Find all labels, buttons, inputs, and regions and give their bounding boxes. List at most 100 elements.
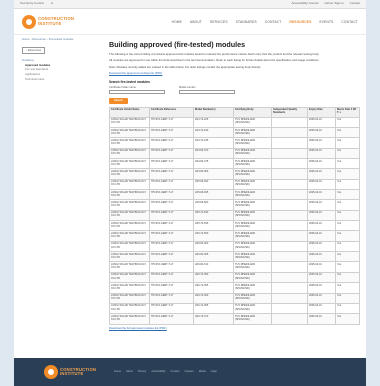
table-cell bbox=[271, 220, 308, 232]
table-cell: LR6-60-305 bbox=[193, 251, 234, 263]
footer-logo[interactable]: CONSTRUCTION INSTITUTE bbox=[44, 365, 96, 379]
table-cell: TUV RHEINLAND (SHANGHAI) bbox=[233, 178, 272, 191]
table-cell: LONGI SOLAR TECHNOLOGY CO LTD bbox=[109, 261, 150, 273]
full-list-link[interactable]: Download the full approved modules list … bbox=[109, 326, 167, 330]
footer-link[interactable]: Home bbox=[114, 370, 121, 373]
table-cell: LR4-60-375 bbox=[193, 158, 234, 170]
nav-item[interactable]: CONTACT bbox=[341, 20, 358, 24]
footer-link[interactable]: Accessibility bbox=[151, 370, 165, 373]
table-cell bbox=[271, 292, 308, 304]
table-cell: TUV RHEINLAND (SHANGHAI) bbox=[233, 271, 272, 284]
nav-item[interactable]: SERVICES bbox=[210, 20, 228, 24]
nav-item[interactable]: ABOUT bbox=[190, 20, 202, 24]
top-right-link[interactable]: Carrier Sign-in bbox=[324, 1, 343, 6]
table-cell: LONGI SOLAR TECHNOLOGY CO LTD bbox=[109, 147, 150, 160]
breadcrumb-item[interactable]: Home bbox=[22, 37, 29, 41]
table-cell: HH-STA-CERT-T-17 bbox=[149, 137, 194, 149]
table-cell: LR5-66-490 bbox=[193, 178, 234, 191]
table-cell bbox=[271, 147, 308, 160]
utility-item[interactable]: A bbox=[51, 1, 53, 6]
search-form: Certificate holder name Model number bbox=[109, 86, 359, 95]
back-button[interactable]: ‹ Resources bbox=[22, 47, 46, 55]
table-cell: 2025-04-01 bbox=[307, 189, 336, 201]
table-cell: 2025-04-01 bbox=[307, 126, 336, 139]
table-cell: Yes bbox=[335, 292, 360, 304]
table-cell: Yes bbox=[335, 189, 360, 201]
site-logo[interactable]: CONSTRUCTION INSTITUTE bbox=[22, 14, 74, 29]
table-cell: Yes bbox=[335, 313, 360, 325]
table-cell: TUV RHEINLAND (SHANGHAI) bbox=[233, 292, 272, 304]
table-cell: LR4-72-430 bbox=[193, 126, 234, 139]
table-cell: TUV RHEINLAND (SHANGHAI) bbox=[233, 137, 272, 149]
footer-link[interactable]: Login bbox=[211, 370, 217, 373]
table-cell: HH-STA-CERT-T-17 bbox=[149, 189, 194, 201]
table-cell: Yes bbox=[335, 178, 360, 191]
table-cell: 2025-04-01 bbox=[307, 116, 336, 129]
table-row: LONGI SOLAR TECHNOLOGY CO LTD HH-STA-CERT… bbox=[109, 168, 360, 180]
utility-item[interactable]: Text Entry Control bbox=[20, 1, 44, 6]
table-header-cell: Certificate Holder Name bbox=[109, 106, 150, 118]
table-row: LONGI SOLAR TECHNOLOGY CO LTD HH-STA-CERT… bbox=[109, 271, 360, 284]
table-cell: TUV RHEINLAND (SHANGHAI) bbox=[233, 116, 272, 129]
table-cell: 2025-04-01 bbox=[307, 292, 336, 304]
table-cell bbox=[271, 209, 308, 222]
model-number-input[interactable] bbox=[179, 89, 235, 95]
page: Text Entry Control A Accessibility Contro… bbox=[14, 0, 366, 386]
table-cell bbox=[271, 199, 308, 211]
table-cell: 2025-04-01 bbox=[307, 282, 336, 294]
search-form-title: Search fire-tested modules bbox=[109, 79, 150, 84]
table-row: LONGI SOLAR TECHNOLOGY CO LTD HH-STA-CERT… bbox=[109, 292, 360, 304]
footer-link[interactable]: Contact bbox=[171, 370, 180, 373]
table-cell bbox=[271, 240, 308, 253]
site-header: CONSTRUCTION INSTITUTE HOME ABOUT SERVICES… bbox=[14, 9, 366, 35]
table-cell: 2025-04-01 bbox=[307, 251, 336, 263]
nav-item[interactable]: CONTACT bbox=[265, 20, 282, 24]
nav-item[interactable]: RESOURCES bbox=[289, 20, 311, 24]
nav-item[interactable]: STANDARDS bbox=[236, 20, 257, 24]
table-cell: LR5-72-540 bbox=[193, 209, 234, 222]
footer-link[interactable]: Careers bbox=[184, 370, 193, 373]
table-cell: 2025-04-01 bbox=[307, 302, 336, 315]
table-cell bbox=[271, 158, 308, 170]
note-paragraph: Note: Modules recently added are marked … bbox=[109, 64, 261, 69]
table-header-cell: Certificate Reference bbox=[149, 106, 194, 118]
table-cell: Yes bbox=[335, 137, 360, 149]
table-cell: HH-STA-CERT-T-17 bbox=[149, 230, 194, 242]
footer-logo-mark-icon bbox=[44, 365, 58, 379]
table-row: LONGI SOLAR TECHNOLOGY CO LTD HH-STA-CERT… bbox=[109, 147, 360, 160]
table-cell: LONGI SOLAR TECHNOLOGY CO LTD bbox=[109, 168, 150, 180]
top-right-link[interactable]: Contact bbox=[350, 1, 360, 6]
download-list-link[interactable]: Download the approved modules list (PDF) bbox=[109, 71, 162, 76]
table-row: LONGI SOLAR TECHNOLOGY CO LTD HH-STA-CERT… bbox=[109, 189, 360, 201]
table-row: LONGI SOLAR TECHNOLOGY CO LTD HH-STA-CERT… bbox=[109, 116, 360, 129]
nav-item[interactable]: HOME bbox=[172, 20, 182, 24]
breadcrumb-item[interactable]: Resources bbox=[32, 37, 45, 41]
table-cell: LR6-60-300 bbox=[193, 240, 234, 253]
table-cell bbox=[271, 271, 308, 284]
table-cell: LR5-72-550 bbox=[193, 230, 234, 242]
table-cell: LR4-72-425 bbox=[193, 116, 234, 129]
table-cell: LONGI SOLAR TECHNOLOGY CO LTD bbox=[109, 271, 150, 284]
nav-item[interactable]: EVENTS bbox=[319, 20, 333, 24]
footer-link[interactable]: Media bbox=[199, 370, 206, 373]
table-cell: HH-STA-CERT-T-17 bbox=[149, 302, 194, 315]
table-cell bbox=[271, 189, 308, 201]
sidebar-item[interactable]: Technical notes bbox=[22, 77, 84, 82]
table-cell: 2025-04-01 bbox=[307, 240, 336, 253]
footer-link[interactable]: About bbox=[126, 370, 133, 373]
accessibility-link[interactable]: Accessibility Control bbox=[291, 1, 318, 6]
footer-link[interactable]: Privacy bbox=[138, 370, 147, 373]
table-cell: HH-STA-CERT-T-17 bbox=[149, 220, 194, 232]
holder-name-input[interactable] bbox=[109, 89, 165, 95]
search-button[interactable]: Search bbox=[109, 98, 128, 104]
table-cell bbox=[271, 230, 308, 242]
table-cell: TUV RHEINLAND (SHANGHAI) bbox=[233, 240, 272, 253]
table-cell: Yes bbox=[335, 116, 360, 129]
table-cell: LR4-60-380 bbox=[193, 168, 234, 180]
table-cell: 2025-04-01 bbox=[307, 313, 336, 325]
table-cell: LONGI SOLAR TECHNOLOGY CO LTD bbox=[109, 240, 150, 253]
table-cell: HH-STA-CERT-T-17 bbox=[149, 116, 194, 129]
table-cell: LR6-72-370 bbox=[193, 313, 234, 325]
table-header-cell: Model Number(s) bbox=[193, 106, 234, 118]
breadcrumb-separator: › bbox=[46, 37, 48, 41]
